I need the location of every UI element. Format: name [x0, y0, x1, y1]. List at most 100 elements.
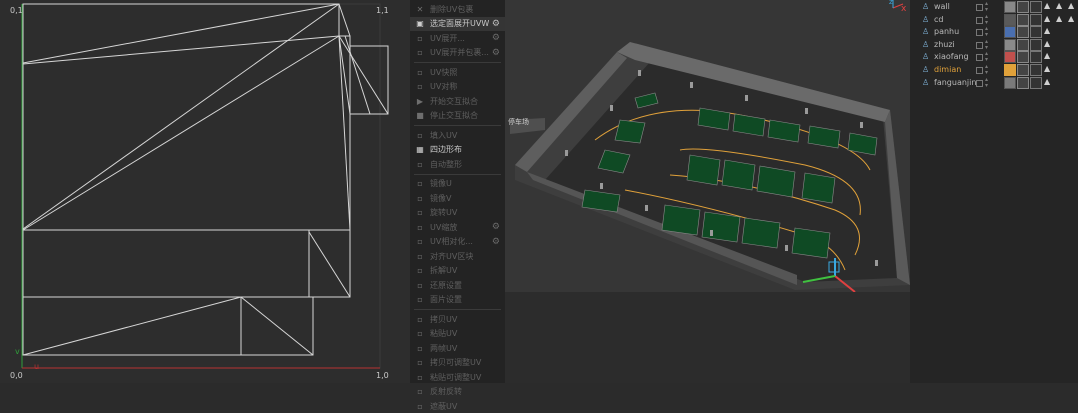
phong-tag-icon[interactable] — [1030, 51, 1042, 64]
order-arrows-icon[interactable]: ▴ ▾ — [985, 38, 988, 51]
uv-editor-panel[interactable]: 0,1 1,1 0,0 1,0 v u — [0, 0, 410, 383]
tag-triangle-icon[interactable]: ▲ — [1044, 14, 1050, 23]
material-swatch[interactable] — [1004, 1, 1016, 13]
outliner-object-row[interactable]: ♙ zhuzi ▴ ▾ ▲ — [910, 38, 1078, 51]
phong-tag-icon[interactable] — [1030, 1, 1042, 13]
object-name: wall — [934, 2, 950, 11]
object-name: fanguanjin — [934, 77, 977, 87]
uv-tag-icon[interactable] — [1017, 26, 1029, 39]
tag-triangle-icon[interactable]: ▲ — [1044, 1, 1050, 10]
menu-item[interactable]: ▫ UV相对化... ⚙ — [410, 235, 505, 249]
order-arrows-icon[interactable]: ▴ ▾ — [985, 26, 988, 38]
viewport-lower-area[interactable] — [505, 292, 910, 383]
gear-icon[interactable]: ⚙ — [492, 19, 500, 29]
menu-item-icon: ▫ — [417, 314, 423, 324]
phong-tag-icon[interactable] — [1030, 26, 1042, 39]
menu-item-label: 对齐UV区块 — [430, 251, 474, 261]
uv-tag-icon[interactable] — [1017, 38, 1029, 51]
tag-triangle-icon[interactable]: ▲ — [1044, 64, 1050, 73]
gear-icon[interactable]: ⚙ — [492, 222, 500, 232]
menu-item[interactable]: ▦ 四边形布 — [410, 143, 505, 157]
gear-icon[interactable]: ⚙ — [492, 48, 500, 58]
visibility-toggle[interactable] — [976, 4, 983, 11]
uv-canvas[interactable] — [0, 0, 410, 383]
phong-tag-icon[interactable] — [1030, 38, 1042, 51]
tag-triangle-icon[interactable]: ▲ — [1068, 1, 1074, 10]
menu-item-icon: ▫ — [417, 372, 423, 382]
menu-item[interactable]: ▫ UV展开... ⚙ — [410, 31, 505, 45]
outliner-object-row[interactable]: ♙ wall ▴ ▾ ▲ ▲ ▲ — [910, 1, 1078, 13]
material-swatch[interactable] — [1004, 26, 1016, 39]
outliner-object-row[interactable]: ♙ cd ▴ ▾ ▲ ▲ ▲ — [910, 13, 1078, 26]
material-swatch[interactable] — [1004, 38, 1016, 51]
menu-item[interactable]: ▫ 拷贝可调整UV — [410, 356, 505, 370]
menu-item[interactable]: ▫ 对齐UV区块 — [410, 249, 505, 263]
tag-triangle-icon[interactable]: ▲ — [1044, 51, 1050, 60]
outliner-object-row[interactable]: ♙ dimian ▴ ▾ ▲ — [910, 64, 1078, 76]
uv-tag-icon[interactable] — [1017, 51, 1029, 64]
visibility-toggle[interactable] — [976, 41, 983, 49]
gear-icon[interactable]: ⚙ — [492, 237, 500, 247]
material-swatch[interactable] — [1004, 51, 1016, 64]
menu-item[interactable]: ▫ 填入UV — [410, 128, 505, 142]
tag-triangle-icon[interactable]: ▲ — [1044, 39, 1050, 48]
visibility-toggle[interactable] — [976, 16, 983, 24]
tag-triangle-icon[interactable]: ▲ — [1044, 77, 1050, 86]
order-arrows-icon[interactable]: ▴ ▾ — [985, 13, 988, 26]
menu-item[interactable]: ✕ 删除UV包裹 — [410, 2, 505, 16]
menu-item-icon: ▫ — [417, 295, 423, 304]
menu-item[interactable]: ▣ 选定面展开UVW ⚙ — [410, 16, 505, 31]
object-name: zhuzi — [934, 39, 955, 49]
outliner-object-row[interactable]: ♙ fanguanjin ▴ ▾ ▲ — [910, 76, 1078, 89]
menu-item-icon: ▫ — [417, 48, 423, 57]
uv-tag-icon[interactable] — [1017, 1, 1029, 13]
visibility-toggle[interactable] — [976, 67, 983, 74]
menu-item[interactable]: ▫ 镜像U — [410, 177, 505, 191]
uv-tag-icon[interactable] — [1017, 13, 1029, 26]
menu-item[interactable]: ▫ UV展开并包裹... ⚙ — [410, 46, 505, 60]
menu-item[interactable]: ▫ 旋转UV — [410, 206, 505, 220]
menu-item[interactable]: ▫ 反射反转 — [410, 385, 505, 399]
tag-triangle-icon[interactable]: ▲ — [1068, 14, 1074, 23]
visibility-toggle[interactable] — [976, 29, 983, 37]
tag-triangle-icon[interactable]: ▲ — [1044, 26, 1050, 35]
menu-item[interactable]: ▫ 拆解UV — [410, 264, 505, 278]
material-swatch[interactable] — [1004, 76, 1016, 89]
uv-tag-icon[interactable] — [1017, 64, 1029, 76]
scene-outliner[interactable]: ♙ wall ▴ ▾ ▲ ▲ ▲ ♙ cd ▴ ▾ ▲ ▲ ▲ ♙ panhu ▴ ▾ ▲ ♙ zhuzi ▴ ▾ ▲ ♙ xia… — [910, 0, 1078, 383]
menu-item[interactable]: ▫ 遮蔽UV — [410, 399, 505, 413]
menu-item[interactable]: ▫ UV对称 — [410, 80, 505, 94]
menu-item[interactable]: ▫ 粘贴UV — [410, 327, 505, 341]
order-arrows-icon[interactable]: ▴ ▾ — [985, 1, 988, 13]
phong-tag-icon[interactable] — [1030, 76, 1042, 89]
menu-item[interactable]: ▫ 拷贝UV — [410, 312, 505, 326]
menu-item[interactable]: ▶ 开始交互拟合 — [410, 94, 505, 108]
material-swatch[interactable] — [1004, 13, 1016, 26]
gear-icon[interactable]: ⚙ — [492, 33, 500, 43]
tag-triangle-icon[interactable]: ▲ — [1056, 1, 1062, 10]
visibility-toggle[interactable] — [976, 54, 983, 62]
material-swatch[interactable] — [1004, 64, 1016, 76]
menu-item[interactable]: ▫ 自动整形 — [410, 157, 505, 171]
3d-viewport[interactable]: x z 停车场 — [505, 0, 910, 383]
menu-item[interactable]: ▫ UV快照 — [410, 65, 505, 79]
order-arrows-icon[interactable]: ▴ ▾ — [985, 76, 988, 89]
tag-triangle-icon[interactable]: ▲ — [1056, 14, 1062, 23]
order-arrows-icon[interactable]: ▴ ▾ — [985, 51, 988, 63]
menu-item[interactable]: ■ 停止交互拟合 — [410, 109, 505, 123]
play-icon: ▶ — [416, 96, 424, 106]
menu-item[interactable]: ▫ 面片设置 — [410, 293, 505, 307]
menu-item[interactable]: ▫ UV缩放 ⚙ — [410, 220, 505, 234]
phong-tag-icon[interactable] — [1030, 64, 1042, 76]
menu-item[interactable]: ▫ 还原设置 — [410, 278, 505, 292]
outliner-object-row[interactable]: ♙ xiaofang ▴ ▾ ▲ — [910, 51, 1078, 64]
menu-item[interactable]: ▫ 两帧UV — [410, 341, 505, 355]
stop-icon: ■ — [416, 111, 424, 120]
outliner-object-row[interactable]: ♙ panhu ▴ ▾ ▲ — [910, 26, 1078, 39]
visibility-toggle[interactable] — [976, 79, 983, 87]
uv-tag-icon[interactable] — [1017, 76, 1029, 89]
menu-item[interactable]: ▫ 镜像V — [410, 191, 505, 205]
phong-tag-icon[interactable] — [1030, 13, 1042, 26]
menu-item[interactable]: ▫ 粘贴可调整UV — [410, 370, 505, 384]
order-arrows-icon[interactable]: ▴ ▾ — [985, 64, 988, 76]
